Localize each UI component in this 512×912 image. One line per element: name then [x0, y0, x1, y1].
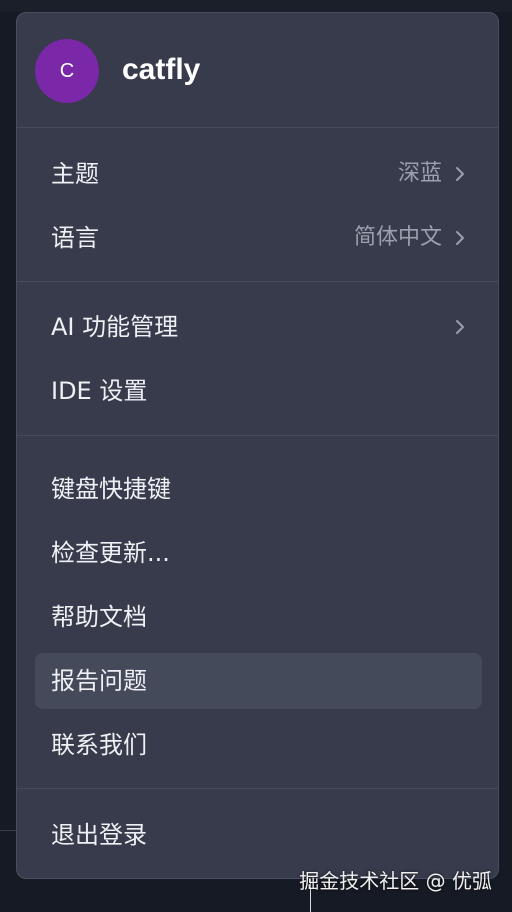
menu-item-check-updates[interactable]: 检查更新... — [35, 525, 482, 581]
menu-item-label: IDE 设置 — [51, 377, 148, 405]
chevron-right-icon — [456, 167, 464, 181]
menu-item-label: AI 功能管理 — [51, 313, 179, 341]
menu-item-help-docs[interactable]: 帮助文档 — [35, 589, 482, 645]
username: catfly — [122, 53, 201, 86]
menu-item-label: 检查更新... — [51, 539, 170, 567]
menu-item-label: 联系我们 — [51, 731, 147, 759]
chevron-right-icon — [456, 231, 464, 245]
avatar[interactable]: C — [35, 39, 99, 103]
theme-value: 深蓝 — [397, 161, 442, 186]
divider — [17, 127, 498, 128]
menu-item-logout[interactable]: 退出登录 — [35, 807, 482, 863]
menu-item-label: 帮助文档 — [51, 603, 147, 631]
menu-item-label: 退出登录 — [51, 821, 147, 849]
menu-item-language[interactable]: 语言 简体中文 — [35, 210, 482, 266]
menu-item-ide-settings[interactable]: IDE 设置 — [35, 363, 482, 419]
background-editor-strip — [0, 0, 512, 12]
divider — [17, 788, 498, 789]
divider — [17, 435, 498, 436]
menu-item-ai-features[interactable]: AI 功能管理 — [35, 299, 482, 355]
chevron-right-icon — [456, 320, 464, 334]
menu-item-report-issue[interactable]: 报告问题 — [35, 653, 482, 709]
menu-item-label: 主题 — [51, 160, 99, 188]
profile-header: C catfly — [17, 13, 498, 127]
menu-item-keyboard-shortcuts[interactable]: 键盘快捷键 — [35, 461, 482, 517]
menu-item-label: 报告问题 — [51, 667, 147, 695]
menu-item-theme[interactable]: 主题 深蓝 — [35, 146, 482, 202]
watermark: 掘金技术社区 @ 优弧 — [299, 869, 492, 893]
menu-item-contact-us[interactable]: 联系我们 — [35, 717, 482, 773]
user-menu: C catfly 主题 深蓝 语言 简体中文 AI 功能管理 IDE 设置 键盘… — [16, 12, 499, 879]
menu-item-label: 语言 — [51, 224, 99, 252]
language-value: 简体中文 — [353, 225, 442, 250]
divider — [17, 281, 498, 282]
menu-item-label: 键盘快捷键 — [51, 475, 171, 503]
